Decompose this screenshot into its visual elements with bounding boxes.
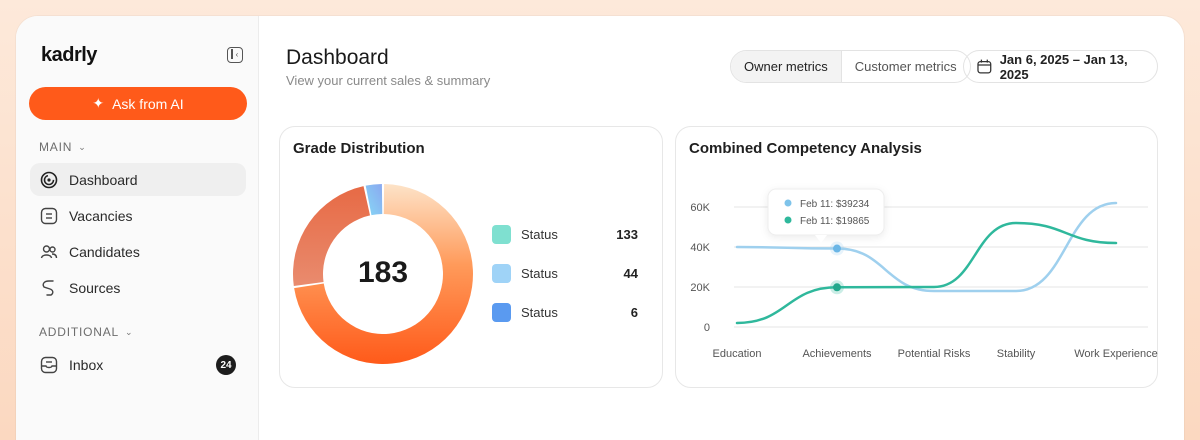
legend-label: Status (521, 266, 558, 281)
sidebar-item-label: Inbox (69, 356, 104, 373)
tooltip-line-2: Feb 11: $19865 (800, 216, 870, 227)
legend-value: 133 (616, 227, 638, 242)
competency-analysis-card: Combined Competency Analysis 0 20K 40K 60K E… (675, 126, 1158, 388)
section-additional[interactable]: ADDITIONAL ⌄ (39, 325, 133, 339)
x-tick-label: Stability (997, 348, 1036, 360)
chart-tooltip: Feb 11: $39234 Feb 11: $19865 (767, 188, 885, 243)
collapse-sidebar-icon[interactable]: ‹ (227, 47, 243, 63)
section-additional-label: ADDITIONAL (39, 325, 120, 339)
legend-label: Status (521, 305, 558, 320)
series-line (735, 221, 1118, 325)
legend-item: Status 6 (492, 303, 638, 322)
y-tick-label: 0 (704, 322, 710, 334)
legend-label: Status (521, 227, 558, 242)
section-main[interactable]: MAIN ⌄ (39, 140, 87, 154)
dashboard-icon (40, 171, 58, 189)
date-range-label: Jan 6, 2025 – Jan 13, 2025 (999, 51, 1128, 82)
y-tick-label: 60K (690, 202, 710, 214)
inbox-count-badge: 24 (216, 355, 236, 375)
x-tick-label: Potential Risks (898, 348, 971, 360)
donut-chart: 183 (293, 184, 473, 364)
legend-swatch (492, 225, 511, 244)
data-point[interactable] (833, 283, 841, 292)
metrics-toggle: Owner metrics Customer metrics (730, 50, 971, 83)
sparkle-icon: ✦ (92, 95, 105, 111)
page-subtitle: View your current sales & summary (286, 73, 491, 88)
grade-card-title: Grade Distribution (293, 140, 425, 157)
chevron-down-icon: ⌄ (125, 326, 134, 337)
sidebar-item-vacancies[interactable]: Vacancies (30, 199, 246, 232)
tab-customer-metrics[interactable]: Customer metrics (842, 51, 970, 82)
chevron-down-icon: ⌄ (78, 141, 87, 152)
sidebar-item-candidates[interactable]: Candidates (30, 235, 246, 268)
sidebar-item-label: Candidates (69, 243, 140, 260)
logo: kadrly (41, 44, 97, 66)
x-tick-label: Education (713, 348, 762, 360)
tooltip-line-1: Feb 11: $39234 (800, 199, 870, 210)
calendar-icon (977, 59, 992, 74)
section-main-label: MAIN (39, 140, 73, 154)
donut-total: 183 (358, 256, 408, 289)
y-tick-label: 40K (690, 242, 710, 254)
sidebar: kadrly ‹ ✦ Ask from AI MAIN ⌄ Dashboard … (16, 16, 259, 440)
sidebar-item-inbox[interactable]: Inbox 24 (30, 348, 246, 381)
legend-item: Status 133 (492, 225, 638, 244)
tab-owner-metrics[interactable]: Owner metrics (731, 51, 842, 82)
sidebar-item-dashboard[interactable]: Dashboard (30, 163, 246, 196)
legend-swatch (492, 303, 511, 322)
inbox-icon (40, 356, 58, 374)
sidebar-item-label: Dashboard (69, 171, 138, 188)
sources-icon (40, 279, 58, 297)
app-window: kadrly ‹ ✦ Ask from AI MAIN ⌄ Dashboard … (16, 16, 1184, 440)
vacancies-icon (40, 207, 58, 225)
candidates-icon (40, 243, 58, 261)
ask-ai-label: Ask from AI (112, 95, 184, 112)
x-tick-label: Achievements (802, 348, 872, 360)
x-tick-label: Work Experience (1074, 348, 1158, 360)
data-point[interactable] (833, 244, 841, 253)
y-tick-label: 20K (690, 282, 710, 294)
line-chart: 0 20K 40K 60K Education Achievements Potential… (690, 188, 1158, 360)
legend-item: Status 44 (492, 264, 638, 283)
sidebar-item-sources[interactable]: Sources (30, 271, 246, 304)
legend-value: 6 (630, 305, 638, 320)
legend-value: 44 (623, 266, 638, 281)
page-title: Dashboard (286, 46, 389, 69)
sidebar-item-label: Vacancies (69, 207, 133, 224)
legend-swatch (492, 264, 511, 283)
sidebar-item-label: Sources (69, 279, 121, 296)
grade-distribution-card: Grade Distribution 183 Status 133 Status… (279, 126, 663, 388)
ask-ai-button[interactable]: ✦ Ask from AI (29, 87, 247, 120)
date-range-picker[interactable]: Jan 6, 2025 – Jan 13, 2025 (963, 50, 1158, 83)
